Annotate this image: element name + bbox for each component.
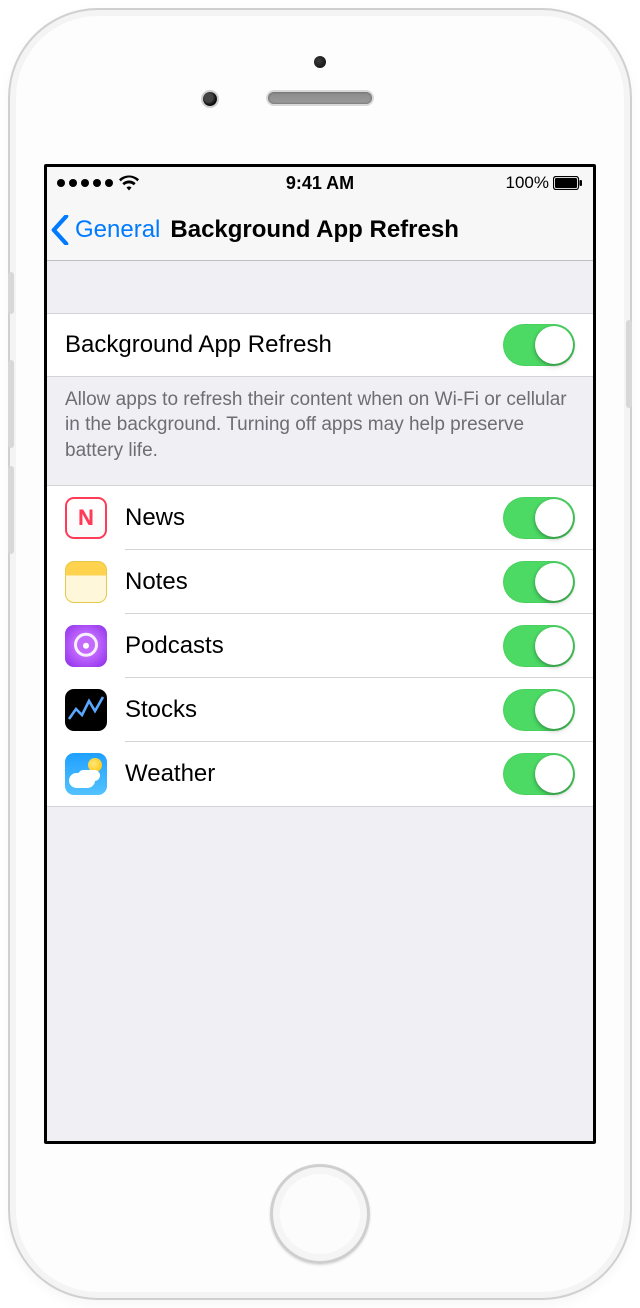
app-toggle-stocks[interactable] [503, 689, 575, 731]
app-row-stocks: Stocks [47, 678, 593, 742]
app-toggle-news[interactable] [503, 497, 575, 539]
battery-percentage: 100% [506, 173, 549, 193]
home-button[interactable] [270, 1164, 370, 1264]
app-list: News Notes Podcasts Stocks [47, 485, 593, 807]
back-button[interactable]: General [75, 216, 160, 244]
earpiece-speaker [268, 92, 372, 104]
nav-bar: General Background App Refresh [47, 199, 593, 261]
news-icon [65, 497, 107, 539]
section-footer: Allow apps to refresh their content when… [47, 377, 593, 485]
wifi-icon [119, 175, 139, 191]
phone-frame: 9:41 AM 100% General Background A [8, 8, 632, 1300]
stocks-icon [65, 689, 107, 731]
volume-up-button [8, 360, 14, 448]
master-toggle-row: Background App Refresh [47, 313, 593, 377]
app-label: Weather [125, 760, 485, 788]
proximity-sensor [314, 56, 326, 68]
status-time: 9:41 AM [286, 173, 354, 194]
front-camera [203, 92, 217, 106]
screen: 9:41 AM 100% General Background A [44, 164, 596, 1144]
volume-down-button [8, 466, 14, 554]
app-row-news: News [47, 486, 593, 550]
status-right: 100% [506, 173, 583, 193]
status-left [57, 175, 139, 191]
app-label: Notes [125, 568, 485, 596]
weather-icon [65, 753, 107, 795]
status-bar: 9:41 AM 100% [47, 167, 593, 199]
mute-switch [8, 272, 14, 314]
battery-icon [553, 176, 583, 190]
app-row-weather: Weather [47, 742, 593, 806]
back-chevron-icon[interactable] [51, 215, 69, 245]
page-title: Background App Refresh [170, 216, 458, 244]
app-row-podcasts: Podcasts [47, 614, 593, 678]
notes-icon [65, 561, 107, 603]
cellular-signal-icon [57, 179, 113, 187]
master-toggle[interactable] [503, 324, 575, 366]
app-toggle-podcasts[interactable] [503, 625, 575, 667]
app-label: Stocks [125, 696, 485, 724]
podcasts-icon [65, 625, 107, 667]
app-label: News [125, 504, 485, 532]
app-toggle-notes[interactable] [503, 561, 575, 603]
power-button [626, 320, 632, 408]
app-toggle-weather[interactable] [503, 753, 575, 795]
app-row-notes: Notes [47, 550, 593, 614]
app-label: Podcasts [125, 632, 485, 660]
group-spacer [47, 261, 593, 313]
master-toggle-label: Background App Refresh [65, 331, 485, 359]
